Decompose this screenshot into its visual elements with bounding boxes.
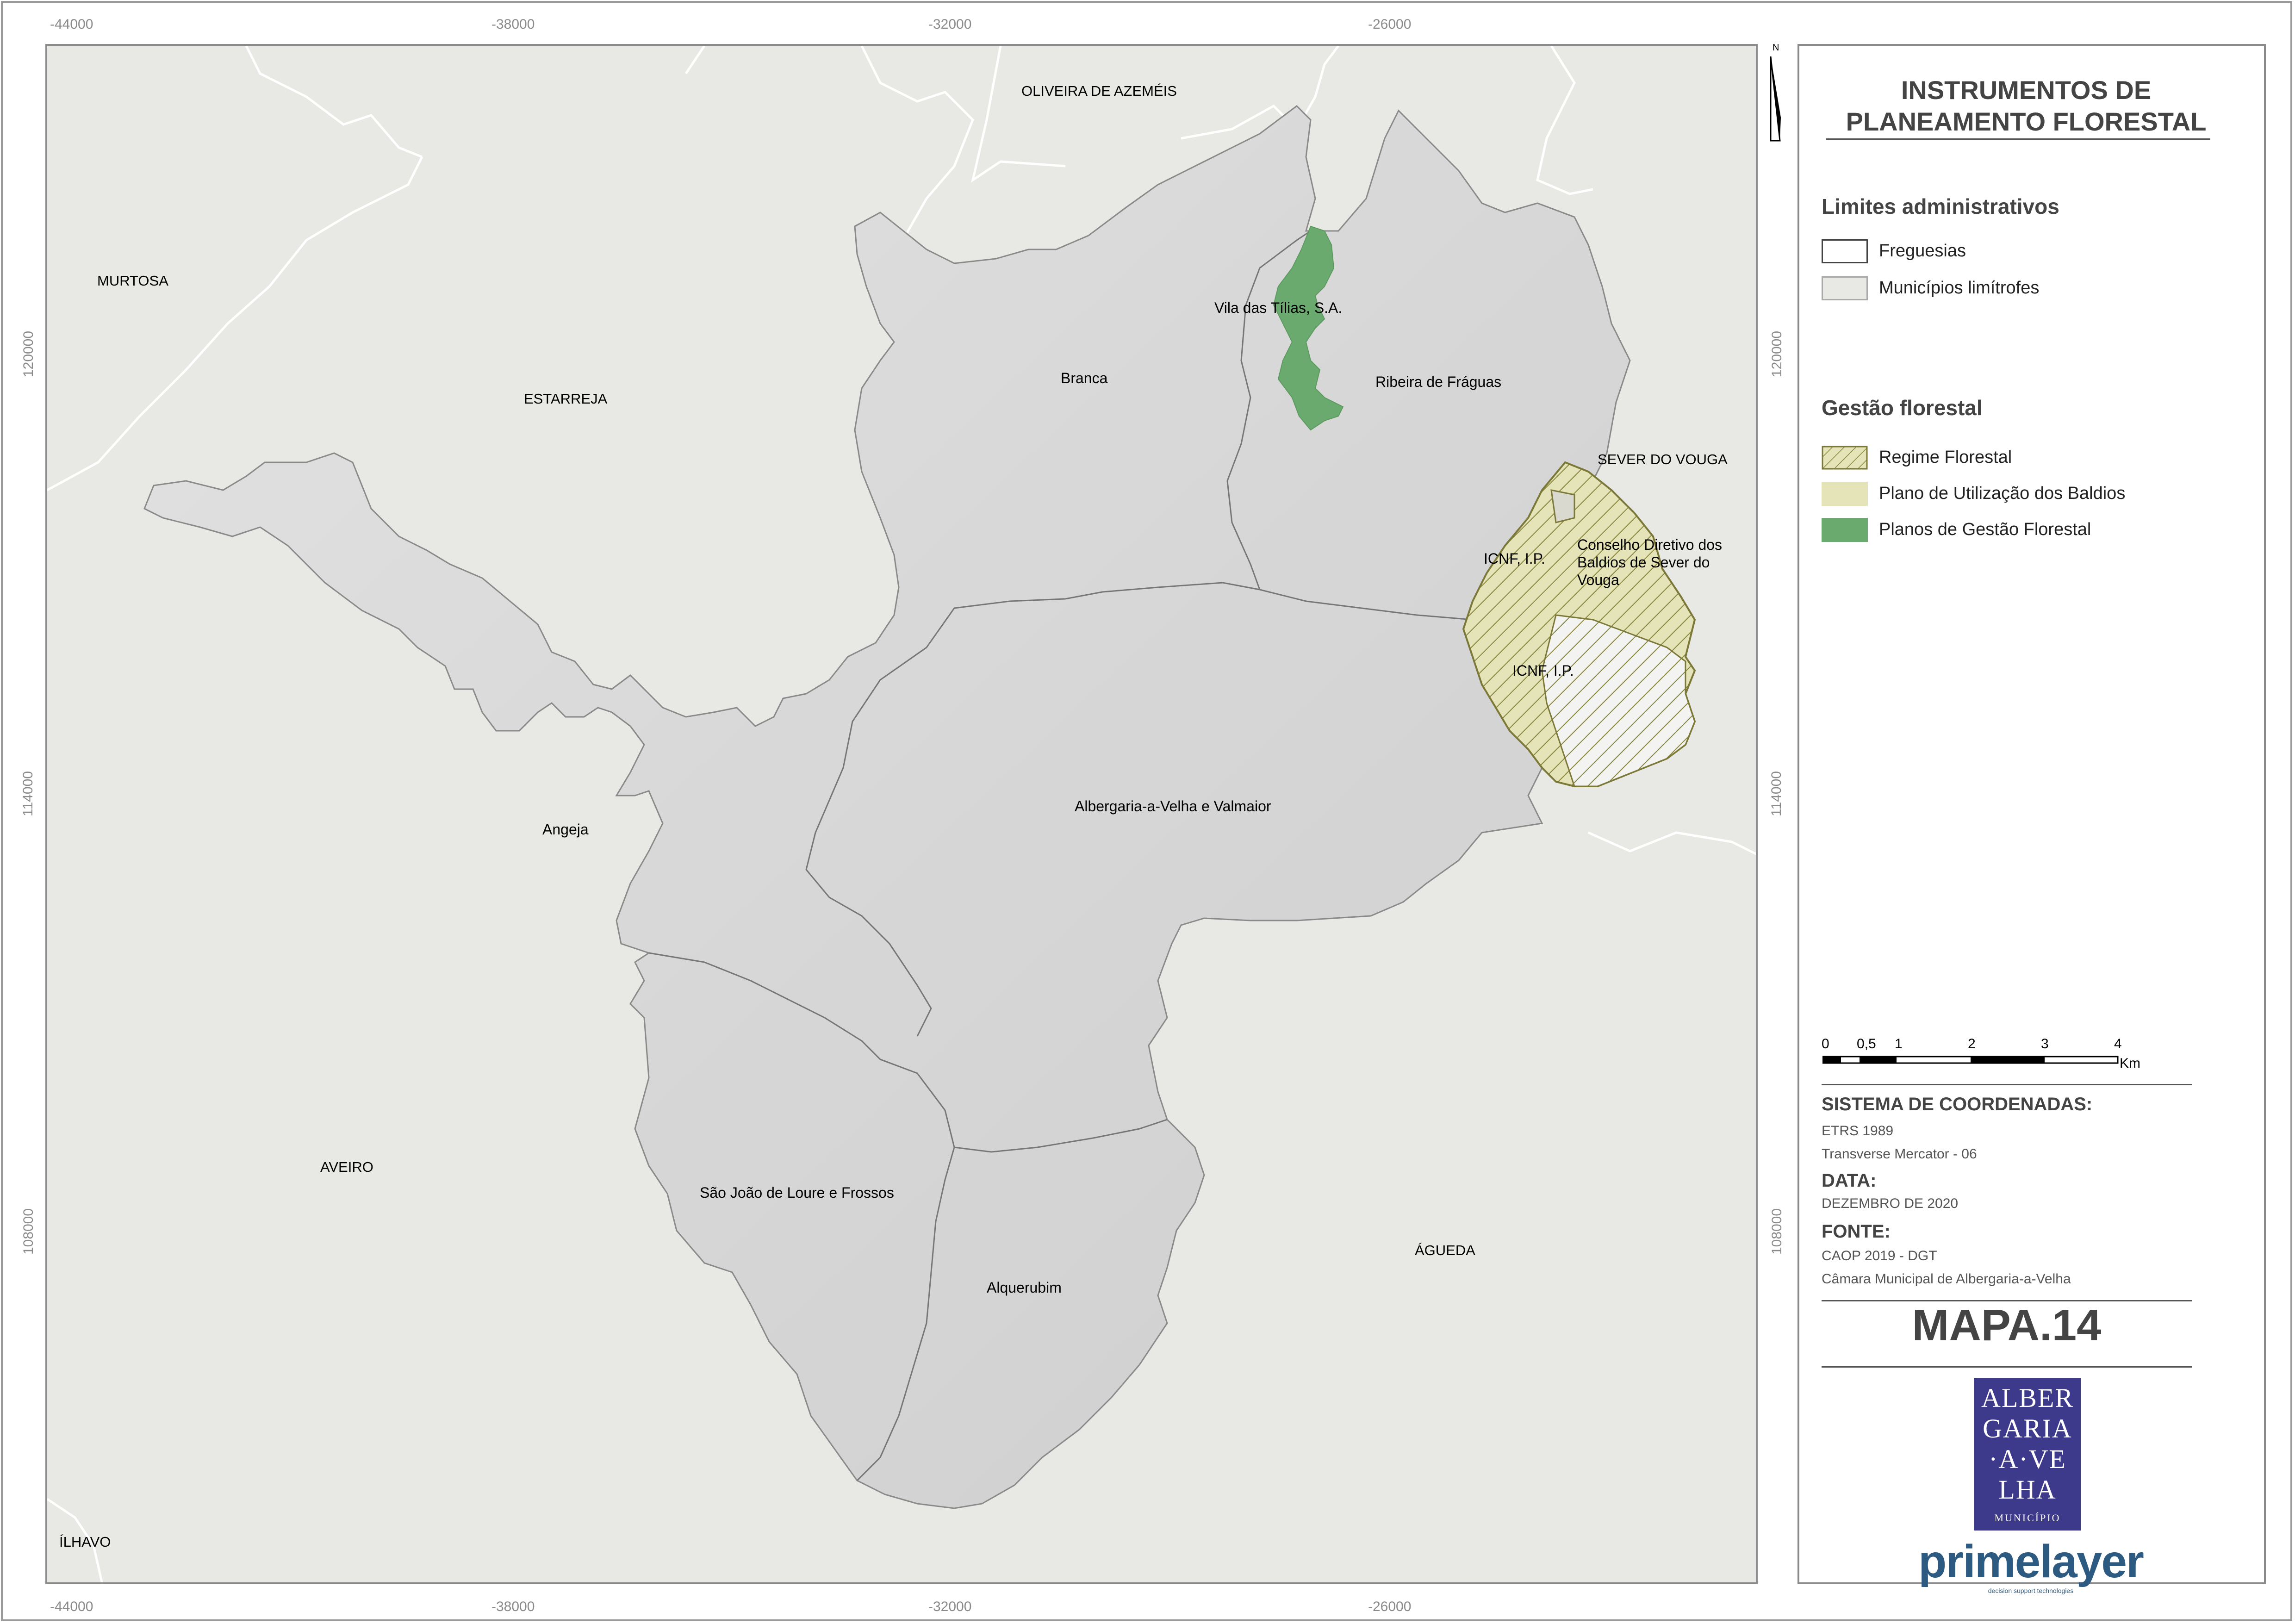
- divider-3: [1822, 1366, 2192, 1368]
- legend-municipios: Municípios limítrofes: [1879, 278, 2040, 298]
- label-aveiro: AVEIRO: [320, 1159, 373, 1175]
- scale-label-0-5: 0,5: [1857, 1036, 1876, 1052]
- map-canvas: [47, 46, 1756, 1582]
- primelayer-tagline: decision support technologies: [1988, 1587, 2074, 1594]
- municipality-logo: ALBER GARIA ·A·VE LHA MUNICÍPIO: [1974, 1378, 2081, 1531]
- label-angeja: Angeja: [542, 821, 589, 838]
- scale-label-3: 3: [2041, 1036, 2049, 1052]
- label-sever-do-vouga: SEVER DO VOUGA: [1598, 451, 1728, 467]
- scale-label-4: 4: [2114, 1036, 2122, 1052]
- label-oliveira-de-azemeis: OLIVEIRA DE AZEMÉIS: [1021, 83, 1177, 99]
- label-agueda: ÁGUEDA: [1415, 1242, 1475, 1258]
- label-conselho-line3: Vouga: [1577, 572, 1619, 588]
- coord-system-heading: SISTEMA DE COORDENADAS:: [1822, 1094, 2093, 1114]
- title-divider: [1826, 138, 2210, 140]
- legend-regime-florestal: Regime Florestal: [1879, 448, 2012, 467]
- north-arrow-icon: [1770, 56, 1781, 142]
- swatch-freguesias: [1822, 239, 1868, 263]
- label-vila-das-tilias: Vila das Tílias, S.A.: [1214, 299, 1343, 316]
- plano-baldios-top: [1550, 489, 1575, 523]
- coord-y-left-1: 120000: [21, 330, 37, 378]
- label-conselho-line2: Baldios de Sever do: [1577, 554, 1710, 571]
- label-icnf-1: ICNF, I.P.: [1484, 550, 1545, 567]
- coord-x-top-1: -44000: [50, 17, 93, 32]
- logo-subtitle: MUNICÍPIO: [1994, 1512, 2061, 1524]
- source-line2: Câmara Municipal de Albergaria-a-Velha: [1822, 1271, 2071, 1287]
- label-icnf-2: ICNF, I.P.: [1512, 662, 1574, 679]
- coord-system-line2: Transverse Mercator - 06: [1822, 1146, 1977, 1162]
- label-murtosa: MURTOSA: [97, 273, 168, 289]
- label-ribeira-de-fraguas: Ribeira de Fráguas: [1375, 373, 1502, 390]
- logo-line-2: GARIA: [1983, 1413, 2072, 1444]
- north-arrow-letter: N: [1773, 43, 1779, 53]
- label-branca: Branca: [1061, 370, 1108, 386]
- coord-x-top-2: -38000: [491, 17, 535, 32]
- map-number: MAPA.14: [1912, 1300, 2102, 1350]
- swatch-plano-baldios: [1822, 482, 1868, 506]
- coord-y-right-1: 120000: [1769, 330, 1785, 378]
- map-title-line1: INSTRUMENTOS DE: [1901, 75, 2152, 105]
- logo-line-4: LHA: [1998, 1475, 2057, 1505]
- map-title: INSTRUMENTOS DE PLANEAMENTO FLORESTAL: [1818, 75, 2234, 137]
- north-arrow: N: [1767, 43, 1785, 144]
- label-albergaria-valmaior: Albergaria-a-Velha e Valmaior: [1075, 798, 1271, 815]
- map-title-line2: PLANEAMENTO FLORESTAL: [1846, 107, 2207, 136]
- legend-plano-baldios: Plano de Utilização dos Baldios: [1879, 484, 2126, 503]
- map-panel[interactable]: OLIVEIRA DE AZEMÉIS MURTOSA ESTARREJA SE…: [45, 44, 1758, 1584]
- coord-x-bottom-1: -44000: [50, 1599, 93, 1614]
- swatch-planos-gestao: [1822, 518, 1868, 542]
- scale-unit: Km: [2120, 1056, 2140, 1071]
- coord-system-line1: ETRS 1989: [1822, 1123, 1894, 1139]
- logo-line-1: ALBER: [1981, 1383, 2074, 1413]
- divider-1: [1822, 1084, 2192, 1085]
- source-line1: CAOP 2019 - DGT: [1822, 1248, 1937, 1263]
- coord-x-bottom-2: -38000: [491, 1599, 535, 1614]
- coord-y-right-3: 108000: [1769, 1208, 1785, 1255]
- label-sao-joao-de-loure: São João de Loure e Frossos: [700, 1184, 894, 1201]
- label-conselho-line1: Conselho Diretivo dos: [1577, 536, 1723, 553]
- coord-x-top-4: -26000: [1368, 17, 1412, 32]
- date-heading: DATA:: [1822, 1170, 1877, 1191]
- label-ilhavo: ÍLHAVO: [59, 1534, 111, 1550]
- logo-line-3: ·A·VE: [1989, 1444, 2066, 1474]
- coord-y-left-3: 108000: [21, 1208, 37, 1255]
- primelayer-logo: primelayer: [1918, 1536, 2144, 1587]
- source-heading: FONTE:: [1822, 1221, 1891, 1242]
- scale-bar: 0 0,5 1 2 3 4 Km: [1822, 1036, 2146, 1078]
- label-alquerubim: Alquerubim: [987, 1279, 1062, 1296]
- scale-bar-graphic: [1822, 1056, 2119, 1064]
- scale-label-0: 0: [1822, 1036, 1829, 1052]
- coord-y-left-2: 114000: [20, 771, 36, 816]
- scale-label-1: 1: [1895, 1036, 1903, 1052]
- municipality-relief: [143, 105, 1631, 1509]
- coord-x-bottom-4: -26000: [1368, 1599, 1412, 1614]
- coord-x-bottom-3: -32000: [928, 1599, 972, 1614]
- legend-freguesias: Freguesias: [1879, 241, 1966, 261]
- swatch-regime-florestal: [1822, 446, 1868, 470]
- scale-label-2: 2: [1968, 1036, 1976, 1052]
- coord-y-right-2: 114000: [1768, 771, 1784, 816]
- legend-panel: INSTRUMENTOS DE PLANEAMENTO FLORESTAL Li…: [1797, 44, 2266, 1594]
- legend-admin-heading: Limites administrativos: [1822, 194, 2059, 218]
- label-estarreja: ESTARREJA: [524, 391, 608, 407]
- legend-planos-gestao: Planos de Gestão Florestal: [1879, 520, 2091, 539]
- date-value: DEZEMBRO DE 2020: [1822, 1196, 1959, 1211]
- coord-x-top-3: -32000: [928, 17, 972, 32]
- legend-gestao-heading: Gestão florestal: [1822, 396, 1983, 420]
- swatch-municipios: [1822, 276, 1868, 300]
